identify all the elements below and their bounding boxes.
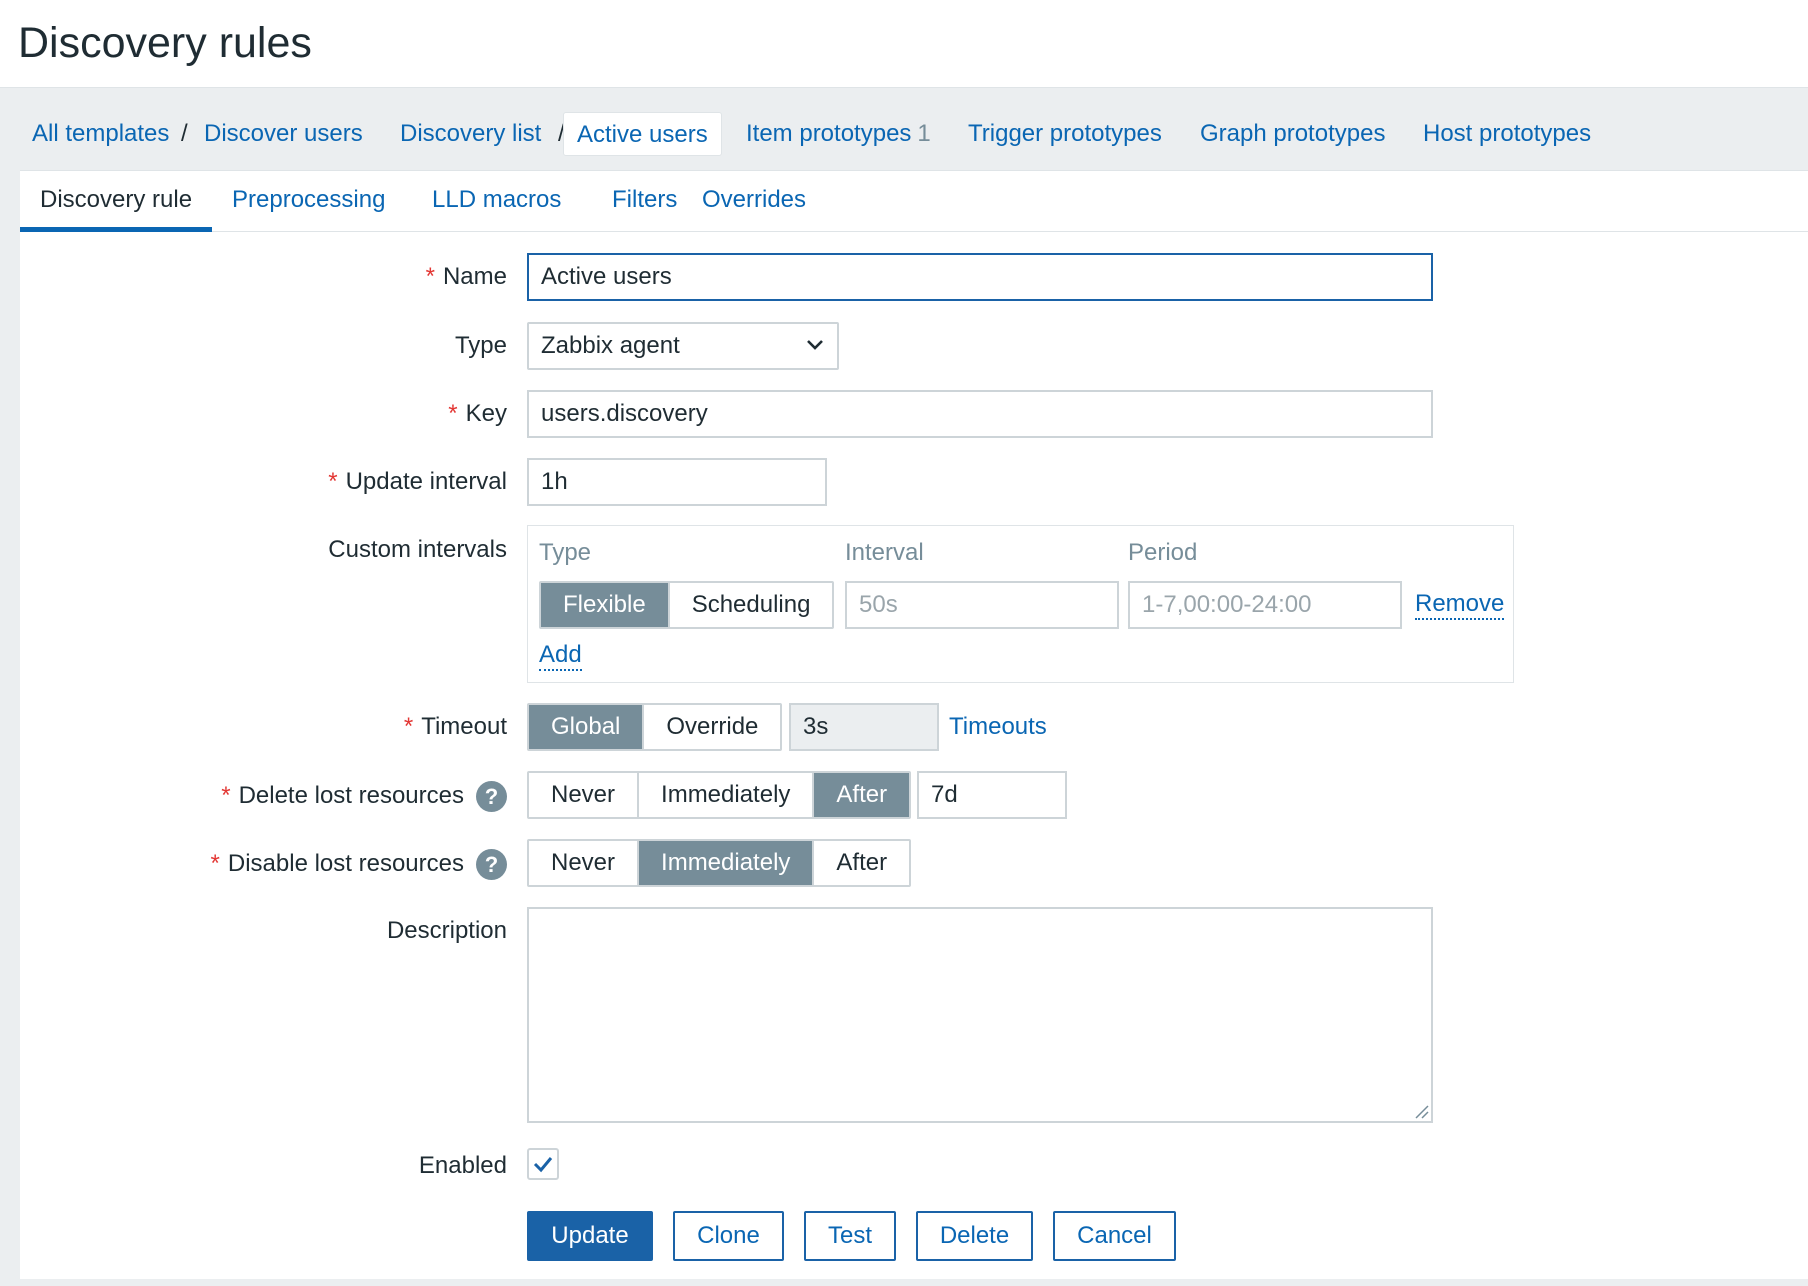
tab-bar: Discovery rule Preprocessing LLD macros …: [20, 171, 1808, 232]
nav-item-prototypes-label: Item prototypes: [746, 120, 912, 147]
custom-intervals-type-header: Type: [539, 539, 592, 566]
type-select[interactable]: Zabbix agent: [527, 322, 839, 370]
page-header: Discovery rules: [0, 0, 1808, 88]
nav-trigger-prototypes[interactable]: Trigger prototypes: [968, 112, 1162, 156]
key-input-value: users.discovery: [541, 400, 708, 427]
nav-graph-prototypes[interactable]: Graph prototypes: [1200, 112, 1385, 156]
update-interval-label: * Update interval: [328, 468, 507, 495]
custom-interval-input[interactable]: 50s: [845, 581, 1119, 629]
description-textarea[interactable]: [527, 907, 1433, 1123]
enabled-checkbox[interactable]: [527, 1148, 559, 1180]
custom-interval-placeholder: 50s: [859, 591, 898, 618]
custom-period-input[interactable]: 1-7,00:00-24:00: [1128, 581, 1402, 629]
item-prototypes-count: 1: [917, 120, 931, 147]
description-label: Description: [386, 917, 507, 944]
name-input-value: Active users: [541, 263, 672, 290]
type-label: Type: [454, 332, 507, 359]
tab-discovery-rule[interactable]: Discovery rule: [20, 171, 212, 232]
tab-overrides[interactable]: Overrides: [682, 171, 826, 232]
breadcrumb-all-templates[interactable]: All templates: [32, 112, 169, 156]
delete-lost-toggle: Never Immediately After: [527, 771, 912, 819]
page-title: Discovery rules: [18, 19, 312, 67]
disable-lost-toggle: Never Immediately After: [527, 839, 912, 887]
custom-intervals-interval-header: Interval: [845, 539, 924, 566]
delete-lost-after-input[interactable]: 7d: [917, 771, 1067, 819]
delete-lost-after-option[interactable]: After: [814, 773, 910, 817]
breadcrumb-separator: /: [181, 120, 188, 147]
nav-host-prototypes[interactable]: Host prototypes: [1423, 112, 1591, 156]
breadcrumb-discovery-list[interactable]: Discovery list: [400, 112, 541, 156]
clone-button[interactable]: Clone: [673, 1211, 784, 1261]
delete-button[interactable]: Delete: [916, 1211, 1033, 1261]
cancel-button[interactable]: Cancel: [1053, 1211, 1176, 1261]
disable-lost-after-option[interactable]: After: [814, 841, 909, 885]
chevron-down-icon: [807, 340, 823, 350]
nav-item-prototypes[interactable]: Item prototypes 1: [746, 112, 931, 156]
test-button[interactable]: Test: [804, 1211, 896, 1261]
enabled-label: Enabled: [418, 1152, 507, 1179]
name-label: * Name: [425, 263, 507, 290]
tab-preprocessing[interactable]: Preprocessing: [212, 171, 405, 232]
disable-lost-never-option[interactable]: Never: [529, 841, 640, 885]
timeout-value-input: 3s: [789, 703, 939, 751]
resize-grip-icon[interactable]: [1413, 1103, 1429, 1119]
question-mark-circle-icon[interactable]: ?: [476, 781, 507, 812]
breadcrumb-current-rule[interactable]: Active users: [563, 112, 722, 156]
custom-intervals-table: Type Interval Period Flexible Scheduling…: [527, 525, 1514, 683]
timeout-override-option[interactable]: Override: [644, 705, 780, 749]
timeout-global-option[interactable]: Global: [529, 705, 645, 749]
custom-interval-type-flexible[interactable]: Flexible: [541, 583, 670, 627]
add-interval-link[interactable]: Add: [539, 641, 582, 671]
custom-intervals-period-header: Period: [1128, 539, 1198, 566]
delete-lost-immediately-option[interactable]: Immediately: [639, 773, 815, 817]
name-input[interactable]: Active users: [527, 253, 1433, 301]
breadcrumb: All templates / Discover users Discovery…: [20, 112, 1808, 156]
update-interval-value: 1h: [541, 468, 568, 495]
disable-lost-resources-label: * Disable lost resources?: [211, 849, 507, 880]
disable-lost-immediately-option[interactable]: Immediately: [639, 841, 815, 885]
key-label: * Key: [448, 400, 507, 427]
update-button[interactable]: Update: [527, 1211, 653, 1261]
checkmark-icon: [533, 1157, 553, 1173]
required-marker: *: [425, 263, 435, 290]
delete-lost-never-option[interactable]: Never: [529, 773, 640, 817]
custom-interval-type-toggle: Flexible Scheduling: [539, 581, 835, 629]
custom-intervals-label: Custom intervals: [328, 536, 507, 563]
delete-lost-resources-label: * Delete lost resources?: [221, 781, 507, 812]
type-select-value: Zabbix agent: [541, 332, 680, 359]
timeout-label: * Timeout: [403, 713, 507, 740]
key-input[interactable]: users.discovery: [527, 390, 1433, 438]
custom-interval-type-scheduling[interactable]: Scheduling: [670, 583, 833, 627]
form-panel: Discovery rule Preprocessing LLD macros …: [20, 170, 1808, 1279]
tab-lld-macros[interactable]: LLD macros: [412, 171, 581, 232]
timeout-value: 3s: [803, 713, 829, 740]
breadcrumb-template[interactable]: Discover users: [204, 112, 363, 156]
remove-interval-link[interactable]: Remove: [1415, 590, 1505, 620]
question-mark-circle-icon[interactable]: ?: [476, 849, 507, 880]
update-interval-input[interactable]: 1h: [527, 458, 827, 506]
custom-period-placeholder: 1-7,00:00-24:00: [1142, 591, 1312, 618]
delete-lost-after-value: 7d: [931, 781, 958, 808]
timeouts-link[interactable]: Timeouts: [949, 713, 1047, 741]
timeout-toggle: Global Override: [527, 703, 783, 751]
